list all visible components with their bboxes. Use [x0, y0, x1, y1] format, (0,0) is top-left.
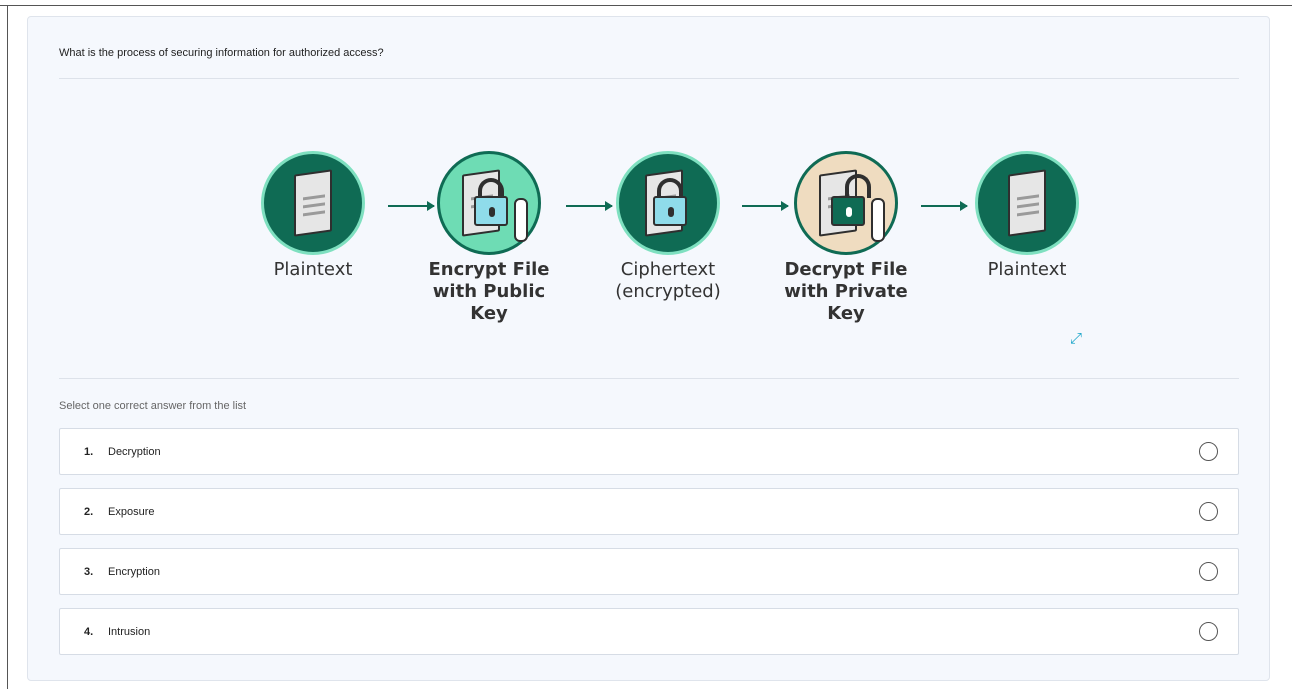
answer-option-1[interactable]: 1. Decryption	[59, 428, 1239, 475]
option-text: Decryption	[108, 446, 161, 458]
question-text: What is the process of securing informat…	[59, 47, 384, 59]
divider	[59, 378, 1239, 379]
arrow-right-icon	[742, 201, 789, 211]
step-sublabel: with Private Key	[784, 281, 908, 324]
step-label: Plaintext	[273, 259, 353, 280]
radio-button[interactable]	[1199, 562, 1218, 581]
option-text: Exposure	[108, 506, 155, 518]
arrow-right-icon	[921, 201, 968, 211]
option-text: Encryption	[108, 566, 160, 578]
frame-top-border	[0, 5, 1292, 6]
option-number: 3.	[84, 566, 94, 578]
arrow-right-icon	[388, 201, 435, 211]
option-text: Intrusion	[108, 626, 151, 638]
arrow-right-icon	[566, 201, 613, 211]
divider	[59, 78, 1239, 79]
option-number: 1.	[84, 446, 94, 458]
document-icon	[261, 151, 365, 255]
answer-option-4[interactable]: 4. Intrusion	[59, 608, 1239, 655]
document-icon	[975, 151, 1079, 255]
radio-button[interactable]	[1199, 502, 1218, 521]
answer-instruction: Select one correct answer from the list	[59, 400, 247, 412]
step-label: Plaintext	[987, 259, 1067, 280]
frame-left-border	[7, 5, 8, 689]
radio-button[interactable]	[1199, 442, 1218, 461]
lock-key-icon	[437, 151, 541, 255]
radio-button[interactable]	[1199, 622, 1218, 641]
step-label: Encrypt File	[428, 259, 550, 280]
answer-option-2[interactable]: 2. Exposure	[59, 488, 1239, 535]
encryption-diagram: Plaintext Encrypt File with Public Key C…	[238, 145, 1079, 345]
locked-document-icon	[616, 151, 720, 255]
step-label: Decrypt File	[784, 259, 908, 280]
unlock-key-icon	[794, 151, 898, 255]
option-number: 4.	[84, 626, 94, 638]
step-label: Ciphertext	[620, 259, 716, 280]
expand-icon[interactable]: ⤢	[1068, 331, 1084, 347]
step-sublabel: with Public Key	[432, 281, 546, 324]
answer-option-3[interactable]: 3. Encryption	[59, 548, 1239, 595]
question-card: What is the process of securing informat…	[27, 16, 1270, 681]
step-sublabel: (encrypted)	[615, 281, 721, 302]
option-number: 2.	[84, 506, 94, 518]
